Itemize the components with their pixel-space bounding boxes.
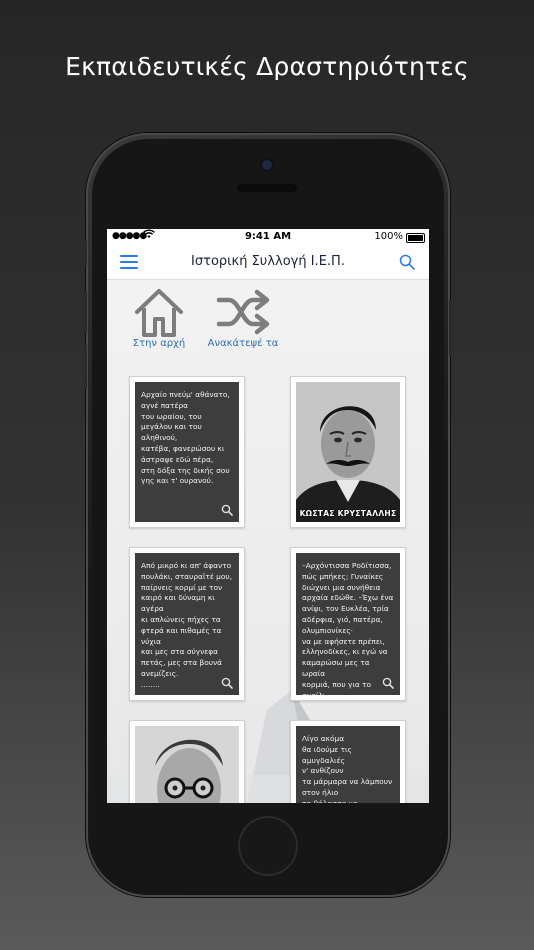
shuffle-icon <box>216 289 270 335</box>
portrait-photo <box>135 726 239 803</box>
phone-side-button <box>449 300 452 356</box>
battery-percent: 100% <box>374 231 403 242</box>
home-button[interactable] <box>240 818 296 874</box>
portrait-image <box>296 382 400 522</box>
status-bar: ●●●●● 9:41 AM 100% <box>107 229 429 245</box>
portrait-caption: ΚΩΣΤΑΣ ΚΡΥΣΤΑΛΛΗΣ <box>299 509 397 518</box>
poem-text: –Αρχόντισσα Ροδίτισσα, πώς μπήκες; Γυναί… <box>302 561 394 695</box>
poem-card[interactable]: Αρχαίο πνεύμ' αθάνατο, αγνέ πατέρα του ω… <box>129 376 245 528</box>
portrait-card[interactable] <box>129 720 245 803</box>
app-title: Ιστορική Συλλογή Ι.Ε.Π. <box>191 254 345 269</box>
poem-text: Από μικρό κι απ' άφαντο πουλάκι, σταυραϊ… <box>141 561 233 689</box>
poem-card[interactable]: Λίγο ακόμα θα ιδούμε τις αμυγδαλιές ν' α… <box>290 720 406 803</box>
zoom-icon[interactable] <box>382 677 394 689</box>
zoom-icon[interactable] <box>221 504 233 516</box>
home-icon <box>135 289 183 337</box>
poem-text: Λίγο ακόμα θα ιδούμε τις αμυγδαλιές ν' α… <box>302 734 393 803</box>
shuffle-action[interactable]: Ανακάτεψέ τα <box>205 286 281 349</box>
zoom-icon[interactable] <box>221 677 233 689</box>
phone-screen: ●●●●● 9:41 AM 100% Ιστορική Συλλογή Ι.Ε.… <box>107 229 429 803</box>
home-action[interactable]: Στην αρχή <box>129 286 189 349</box>
poem-text: Αρχαίο πνεύμ' αθάνατο, αγνέ πατέρα του ω… <box>141 390 230 486</box>
phone-side-button <box>84 240 87 266</box>
front-camera-icon <box>262 160 272 170</box>
portrait-photo: ΚΩΣΤΑΣ ΚΡΥΣΤΑΛΛΗΣ <box>296 382 400 522</box>
poem-card[interactable]: –Αρχόντισσα Ροδίτισσα, πώς μπήκες; Γυναί… <box>290 547 406 701</box>
shuffle-action-label: Ανακάτεψέ τα <box>207 338 279 349</box>
earpiece-speaker <box>237 184 297 192</box>
search-icon[interactable] <box>399 254 415 270</box>
portrait-card[interactable]: ΚΩΣΤΑΣ ΚΡΥΣΤΑΛΛΗΣ <box>290 376 406 528</box>
home-action-label: Στην αρχή <box>132 338 186 349</box>
poem-card[interactable]: Από μικρό κι απ' άφαντο πουλάκι, σταυραϊ… <box>129 547 245 701</box>
phone-side-button <box>84 345 87 389</box>
page-headline: Εκπαιδευτικές Δραστηριότητες <box>65 52 469 81</box>
content-area: Στην αρχή Ανακάτεψέ τα Αρχαίο πνεύμ' αθά… <box>107 280 429 803</box>
portrait-image <box>135 726 239 803</box>
phone-side-button <box>84 290 87 334</box>
battery-icon <box>406 233 425 243</box>
navigation-bar: Ιστορική Συλλογή Ι.Ε.Π. <box>107 245 429 280</box>
